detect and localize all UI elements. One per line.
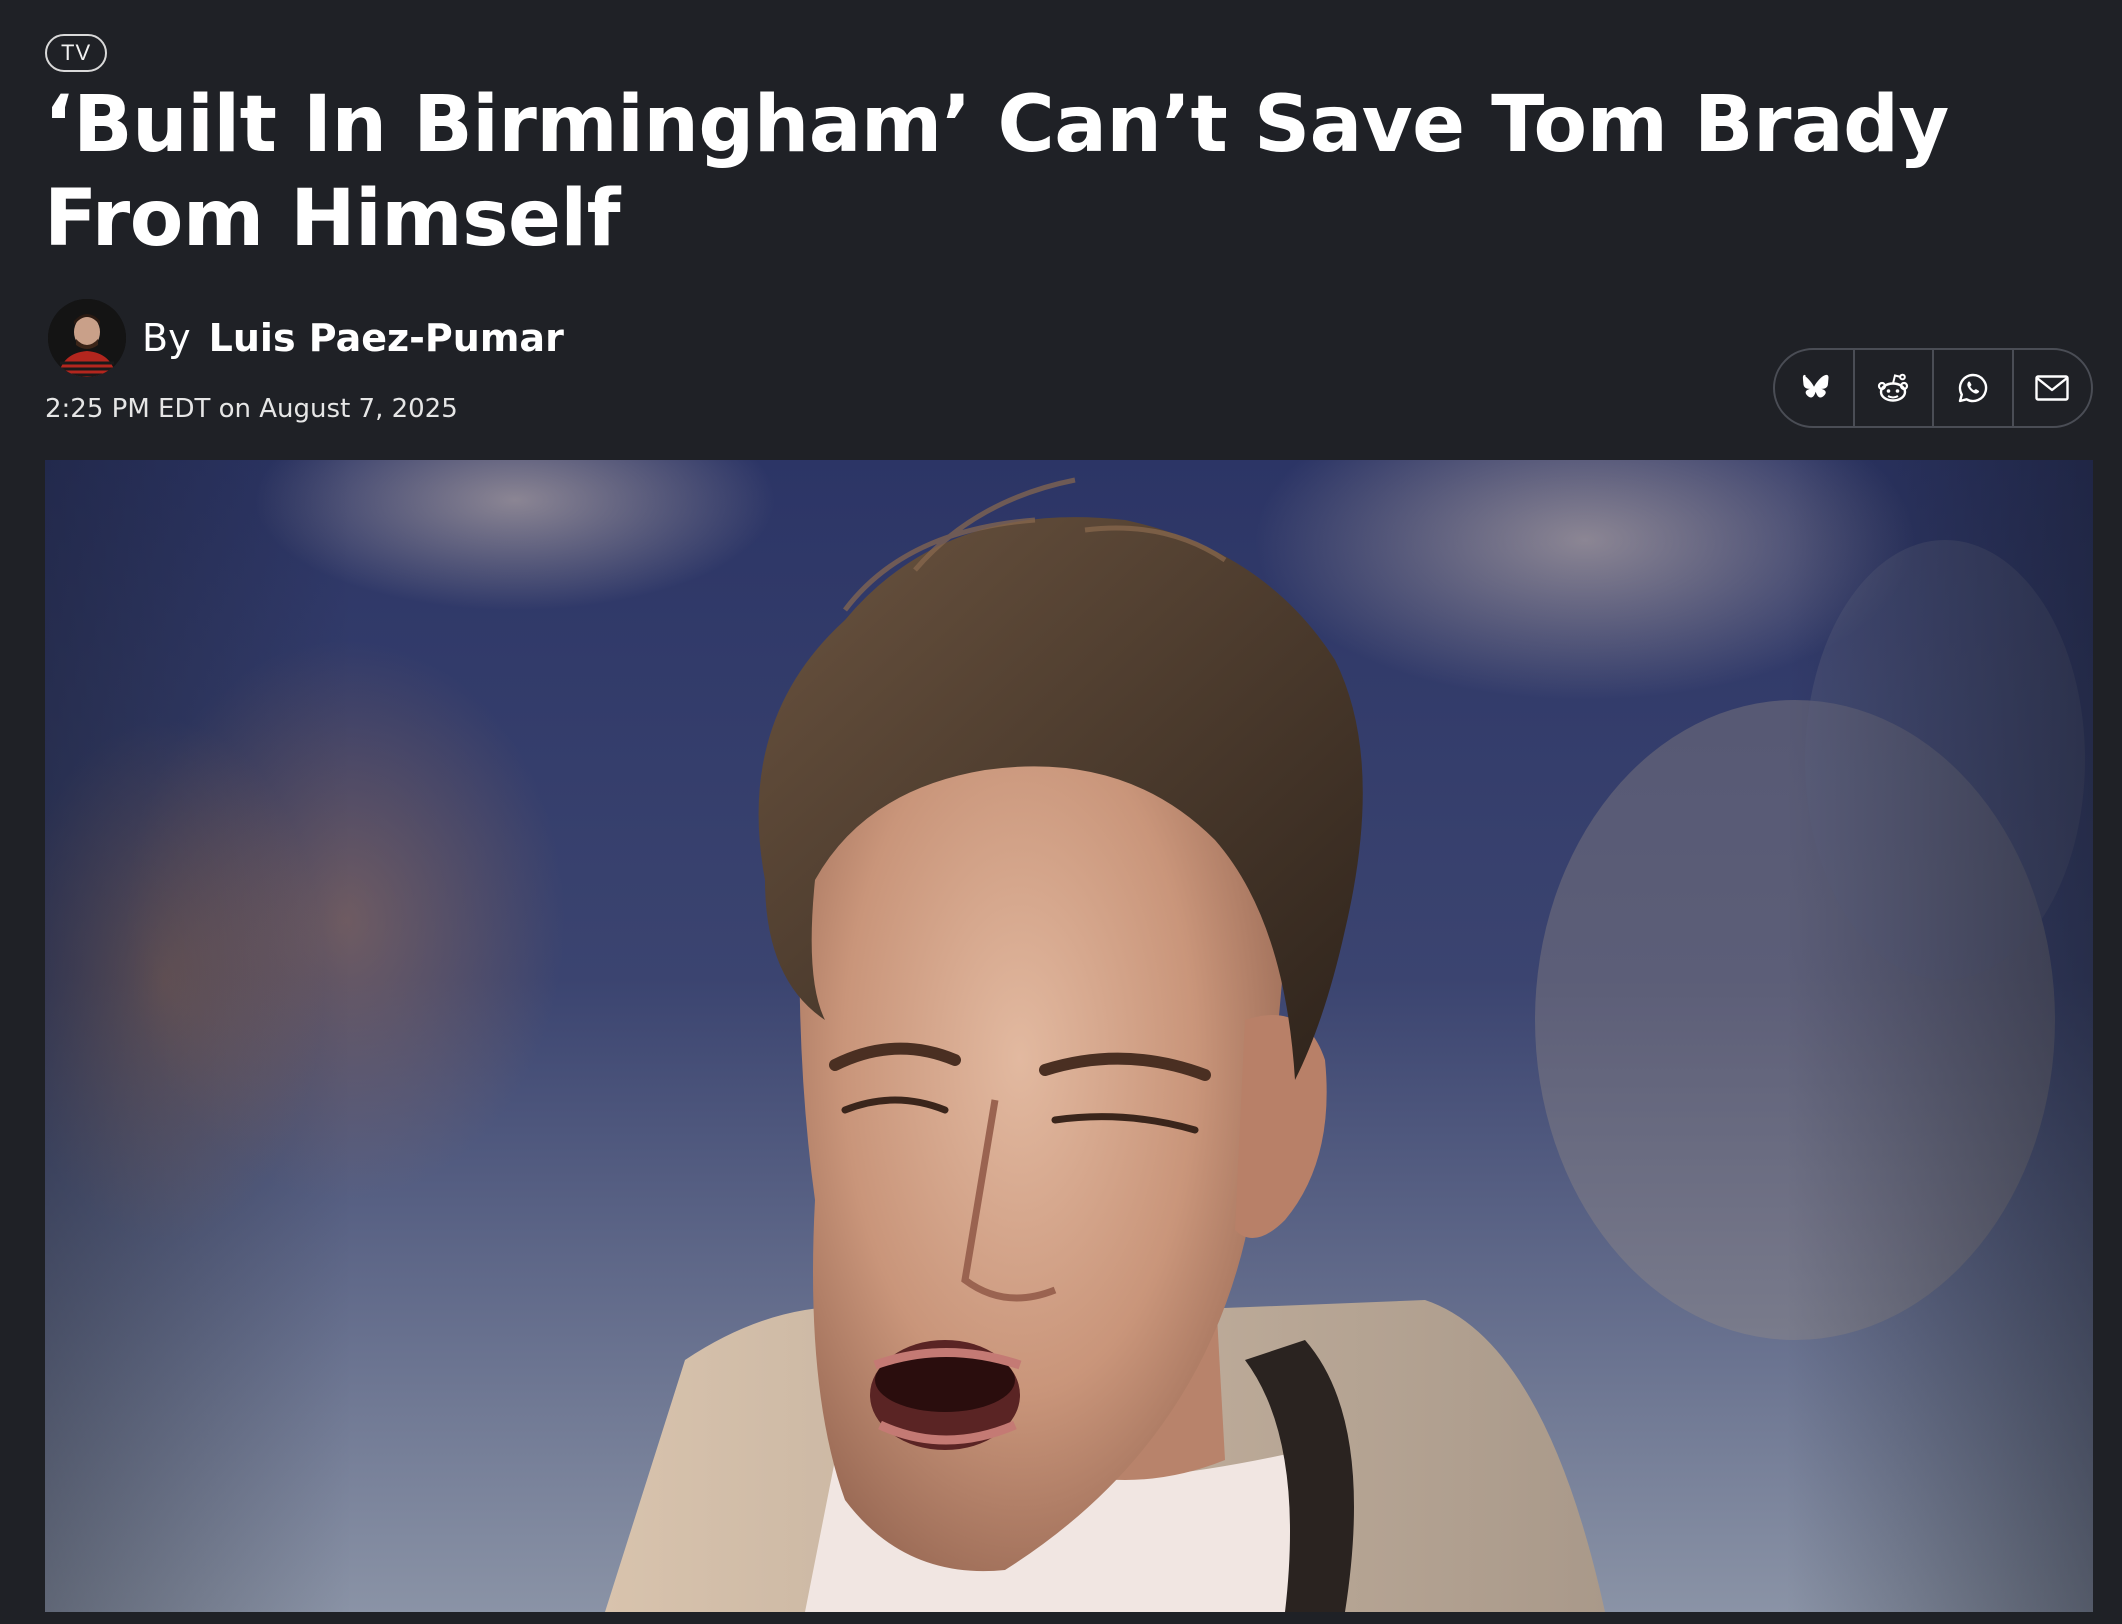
email-icon xyxy=(2035,375,2069,401)
bluesky-icon xyxy=(1799,374,1829,402)
category-tag[interactable]: TV xyxy=(45,34,108,72)
byline-prefix: By xyxy=(142,316,191,360)
article-headline: ‘Built In Birmingham’ Can’t Save Tom Bra… xyxy=(44,80,1949,264)
hero-photo xyxy=(45,460,2093,1612)
whatsapp-icon xyxy=(1957,372,1989,404)
share-bluesky-button[interactable] xyxy=(1775,350,1853,426)
reddit-icon xyxy=(1876,372,1910,404)
author-name-link[interactable]: Luis Paez-Pumar xyxy=(209,316,564,360)
byline-text: By Luis Paez-Pumar xyxy=(142,316,564,360)
byline: By Luis Paez-Pumar xyxy=(48,298,564,378)
author-avatar[interactable] xyxy=(48,299,126,377)
share-reddit-button[interactable] xyxy=(1852,350,1933,426)
publish-timestamp: 2:25 PM EDT on August 7, 2025 xyxy=(45,394,458,424)
article-page: TV ‘Built In Birmingham’ Can’t Save Tom … xyxy=(0,0,2122,1624)
share-whatsapp-button[interactable] xyxy=(1932,350,2012,426)
share-email-button[interactable] xyxy=(2011,350,2092,426)
share-bar xyxy=(1773,348,2093,428)
hero-image xyxy=(45,460,2093,1612)
